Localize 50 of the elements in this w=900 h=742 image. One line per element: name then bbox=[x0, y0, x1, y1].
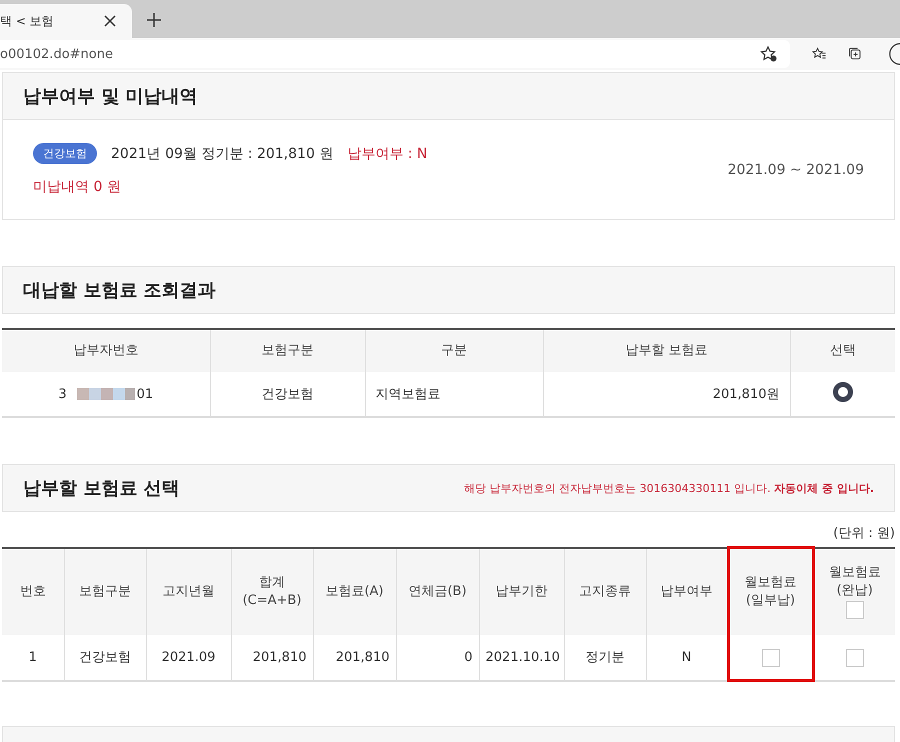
checkbox[interactable] bbox=[846, 601, 864, 620]
table-cell: 201,810원 bbox=[543, 372, 790, 417]
column-header: 고지년월 bbox=[146, 548, 231, 635]
table-cell: 3 bbox=[58, 386, 67, 402]
new-tab-icon[interactable] bbox=[146, 12, 162, 28]
table-cell: 1 bbox=[2, 635, 64, 680]
table-cell: 정기분 bbox=[564, 635, 646, 680]
column-header: 납부기한 bbox=[479, 548, 564, 635]
column-header: 월보험료 (일부납) bbox=[728, 548, 813, 635]
table-cell: 2021.10.10 bbox=[479, 635, 564, 680]
checkbox[interactable] bbox=[846, 649, 864, 668]
table-cell: 건강보험 bbox=[210, 372, 365, 417]
table-cell: 건강보험 bbox=[64, 635, 146, 680]
column-header: 납부할 보험료 bbox=[543, 329, 790, 372]
table-cell: 01 bbox=[136, 386, 154, 402]
star-plus-icon[interactable] bbox=[760, 45, 778, 63]
section-title: 납부여부 및 미납내역 bbox=[23, 85, 198, 108]
checkbox[interactable] bbox=[762, 649, 780, 667]
column-header: 합계 (C=A+B) bbox=[231, 548, 313, 635]
column-header: 선택 bbox=[790, 329, 895, 372]
notice-text: 해당 납부자번호의 전자납부번호는 3016304330111 입니다. 자동이체 중 입니다. bbox=[464, 480, 874, 496]
column-header: 보험료(A) bbox=[313, 548, 396, 635]
column-header: 번호 bbox=[2, 548, 64, 635]
table-cell: 201,810 bbox=[313, 635, 396, 680]
payment-status: 납부여부 : N bbox=[347, 144, 428, 162]
close-icon[interactable] bbox=[104, 15, 116, 27]
column-header: 월보험료 (완납) bbox=[813, 548, 895, 635]
column-header: 납부여부 bbox=[646, 548, 728, 635]
column-header: 보험구분 bbox=[64, 548, 146, 635]
section-title: 납부할 보험료 선택 bbox=[23, 477, 180, 500]
billing-period: 2021.09 ~ 2021.09 bbox=[728, 162, 864, 178]
column-header: 고지종류 bbox=[564, 548, 646, 635]
address-bar[interactable]: o00102.do#none bbox=[0, 40, 790, 68]
column-header: 연체금(B) bbox=[396, 548, 479, 635]
insurance-badge: 건강보험 bbox=[33, 143, 97, 164]
column-header: 구분 bbox=[365, 329, 543, 372]
billing-summary: 2021년 09월 정기분 : 201,810 원 bbox=[111, 144, 334, 162]
column-header: 납부자번호 bbox=[2, 329, 210, 372]
table-cell: 201,810 bbox=[231, 635, 313, 680]
profile-icon[interactable] bbox=[888, 40, 900, 68]
unit-label: (단위 : 원) bbox=[833, 526, 895, 541]
column-header: 보험구분 bbox=[210, 329, 365, 372]
browser-tab[interactable]: 택 < 보험 bbox=[0, 4, 132, 38]
section-title: 대납할 보험료 조회결과 bbox=[23, 279, 216, 302]
radio-button[interactable] bbox=[832, 382, 853, 402]
table-cell: N bbox=[646, 635, 728, 680]
table-cell: 지역보험료 bbox=[365, 372, 543, 417]
table-cell: 2021.09 bbox=[146, 635, 231, 680]
unpaid-amount: 미납내역 0 원 bbox=[33, 178, 122, 196]
table-cell: 0 bbox=[396, 635, 479, 680]
